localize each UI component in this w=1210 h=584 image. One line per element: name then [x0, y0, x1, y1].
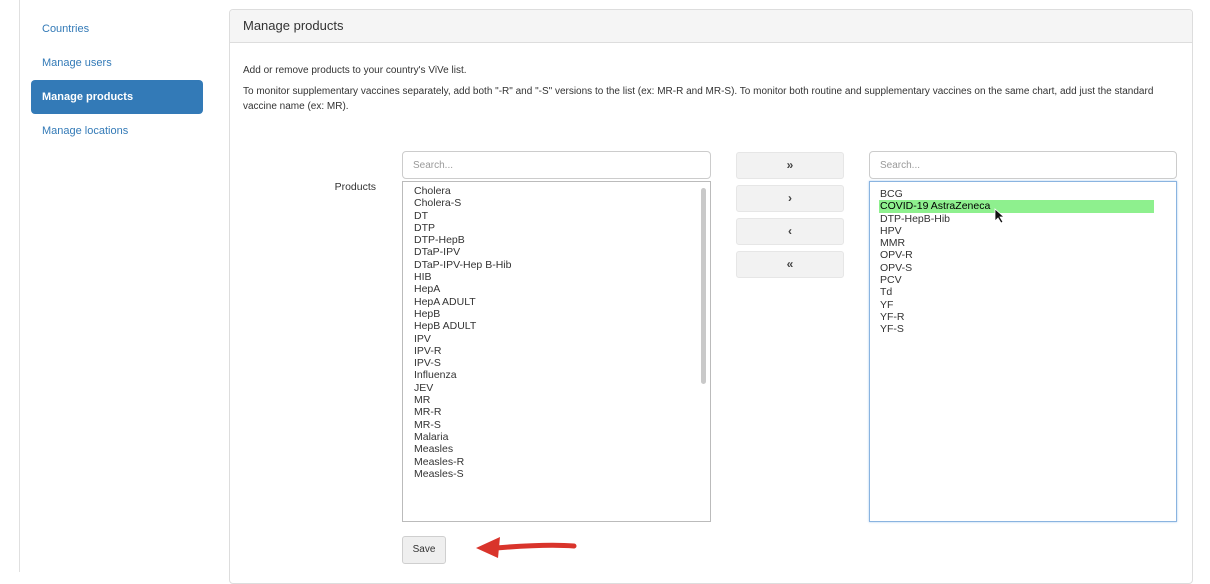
list-option[interactable]: PCV — [880, 274, 1176, 286]
list-option[interactable]: MR-R — [414, 406, 710, 418]
sidebar-item-countries[interactable]: Countries — [31, 12, 203, 46]
list-option[interactable]: DTP-HepB-Hib — [880, 213, 1176, 225]
sidebar-item-manage-products[interactable]: Manage products — [31, 80, 203, 114]
products-label: Products — [334, 181, 376, 193]
move-left-button[interactable]: ‹ — [736, 218, 844, 245]
list-option[interactable]: IPV-R — [414, 345, 710, 357]
list-option[interactable]: HIB — [414, 271, 710, 283]
panel-title: Manage products — [230, 10, 1192, 43]
mouse-cursor-icon — [994, 208, 1006, 224]
move-all-right-button[interactable]: » — [736, 152, 844, 179]
list-option[interactable]: Measles — [414, 443, 710, 455]
list-option[interactable]: IPV-S — [414, 357, 710, 369]
move-all-left-button[interactable]: « — [736, 251, 844, 278]
list-option[interactable]: DT — [414, 210, 710, 222]
list-option[interactable]: HPV — [880, 225, 1176, 237]
list-option[interactable]: MR-S — [414, 419, 710, 431]
list-option[interactable]: BCG — [880, 188, 1176, 200]
list-option[interactable]: IPV — [414, 333, 710, 345]
list-option[interactable]: YF — [880, 299, 1176, 311]
scrollbar-thumb[interactable] — [701, 188, 706, 384]
list-option[interactable]: YF-S — [880, 323, 1176, 335]
list-option[interactable]: DTaP-IPV-Hep B-Hib — [414, 259, 710, 271]
list-option[interactable]: MR — [414, 394, 710, 406]
selected-products-list[interactable]: BCG COVID-19 AstraZeneca DTP-HepB-Hib HPV MM… — [869, 181, 1177, 522]
list-option[interactable]: Malaria — [414, 431, 710, 443]
list-option[interactable]: Measles-R — [414, 456, 710, 468]
page-left-border — [19, 0, 20, 572]
selected-search-input[interactable] — [869, 151, 1177, 179]
save-button[interactable]: Save — [402, 536, 446, 564]
list-option[interactable]: Cholera-S — [414, 197, 710, 209]
list-option[interactable]: YF-R — [880, 311, 1176, 323]
list-option[interactable]: COVID-19 AstraZeneca — [879, 200, 1154, 213]
list-option[interactable]: DTP-HepB — [414, 234, 710, 246]
sidebar-item-manage-users[interactable]: Manage users — [31, 46, 203, 80]
list-option[interactable]: Influenza — [414, 369, 710, 381]
list-option[interactable]: OPV-R — [880, 249, 1176, 261]
available-list-scrollbar[interactable] — [700, 184, 708, 519]
sidebar-item-manage-locations[interactable]: Manage locations — [31, 114, 203, 148]
annotation-arrow-icon — [476, 537, 577, 558]
list-option[interactable]: HepA — [414, 283, 710, 295]
list-option[interactable]: MMR — [880, 237, 1176, 249]
list-option[interactable]: OPV-S — [880, 262, 1176, 274]
panel-description: Add or remove products to your country's… — [243, 65, 467, 76]
available-search-input[interactable] — [402, 151, 711, 179]
list-option[interactable]: DTaP-IPV — [414, 246, 710, 258]
list-option[interactable]: Cholera — [414, 185, 710, 197]
list-option[interactable]: DTP — [414, 222, 710, 234]
move-right-button[interactable]: › — [736, 185, 844, 212]
list-option[interactable]: HepB ADULT — [414, 320, 710, 332]
available-products-list[interactable]: Cholera Cholera-S DT DTP DTP-HepB DTaP-IPV DTa… — [402, 181, 711, 522]
list-option[interactable]: HepB — [414, 308, 710, 320]
list-option[interactable]: JEV — [414, 382, 710, 394]
panel-instructions: To monitor supplementary vaccines separa… — [243, 86, 1154, 112]
list-option[interactable]: HepA ADULT — [414, 296, 710, 308]
list-option[interactable]: Td — [880, 286, 1176, 298]
list-option[interactable]: Measles-S — [414, 468, 710, 480]
sidebar-nav: Countries Manage users Manage products M… — [31, 12, 203, 148]
